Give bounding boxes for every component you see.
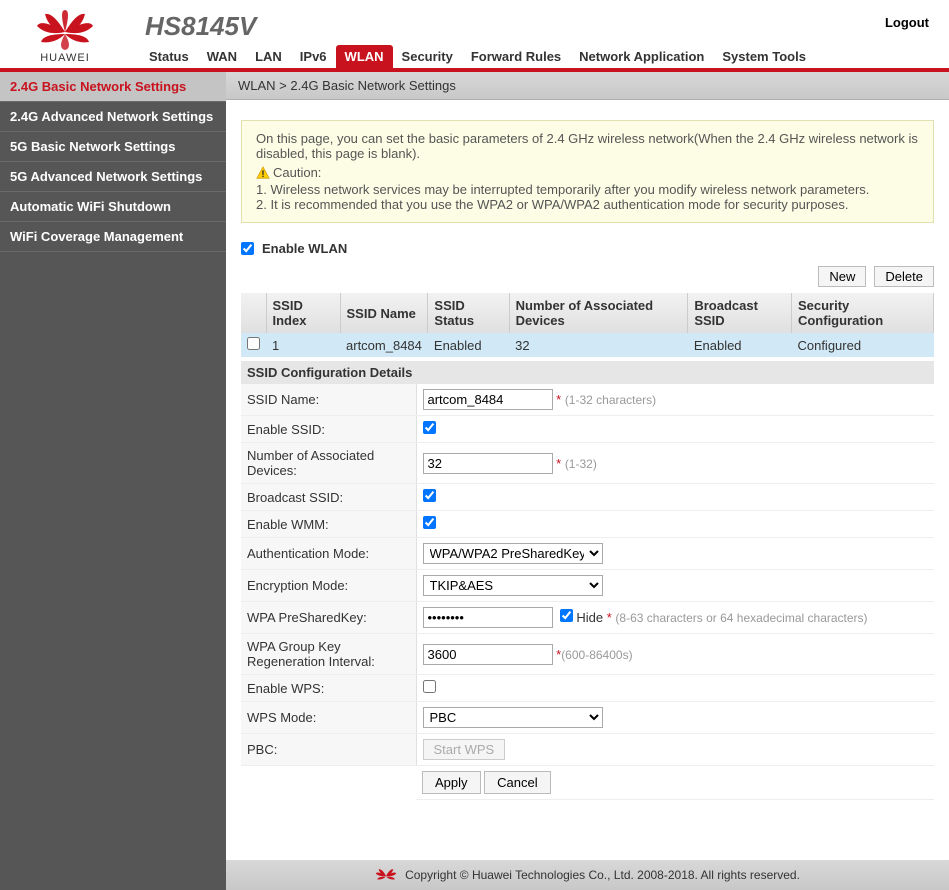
top-nav: StatusWANLANIPv6WLANSecurityForward Rule… bbox=[140, 45, 815, 68]
num-assoc-input[interactable] bbox=[423, 453, 553, 474]
enable-ssid-label: Enable SSID: bbox=[241, 416, 416, 443]
topnav-lan[interactable]: LAN bbox=[246, 45, 291, 68]
caution-icon bbox=[256, 166, 270, 180]
caution-line-2: 2. It is recommended that you use the WP… bbox=[256, 197, 919, 212]
psk-hide-label: Hide bbox=[576, 610, 603, 625]
delete-button[interactable]: Delete bbox=[874, 266, 934, 287]
enable-wmm-label: Enable WMM: bbox=[241, 511, 416, 538]
logout-link[interactable]: Logout bbox=[885, 15, 929, 30]
encryption-label: Encryption Mode: bbox=[241, 570, 416, 602]
caution-label: Caution: bbox=[273, 165, 321, 180]
wps-mode-label: WPS Mode: bbox=[241, 702, 416, 734]
header: HUAWEI HS8145V Logout StatusWANLANIPv6WL… bbox=[0, 0, 949, 68]
topnav-wlan[interactable]: WLAN bbox=[336, 45, 393, 68]
psk-input[interactable] bbox=[423, 607, 553, 628]
sidebar-item-2-4g-basic-network-settings[interactable]: 2.4G Basic Network Settings bbox=[0, 72, 226, 102]
group-key-input[interactable] bbox=[423, 644, 553, 665]
enable-wps-label: Enable WPS: bbox=[241, 675, 416, 702]
config-form: SSID Name: * (1-32 characters) Enable SS… bbox=[241, 384, 934, 800]
table-header-assoc: Number of Associated Devices bbox=[509, 293, 688, 333]
num-assoc-hint: (1-32) bbox=[565, 457, 597, 471]
sidebar-item-automatic-wifi-shutdown[interactable]: Automatic WiFi Shutdown bbox=[0, 192, 226, 222]
wps-mode-select[interactable]: PBC bbox=[423, 707, 603, 728]
sidebar-item-2-4g-advanced-network-settings[interactable]: 2.4G Advanced Network Settings bbox=[0, 102, 226, 132]
new-button[interactable]: New bbox=[818, 266, 866, 287]
brand-text: HUAWEI bbox=[15, 52, 115, 64]
encryption-select[interactable]: TKIP&AES bbox=[423, 575, 603, 596]
start-wps-button: Start WPS bbox=[423, 739, 506, 760]
enable-wmm-checkbox[interactable] bbox=[423, 516, 436, 529]
psk-hint: (8-63 characters or 64 hexadecimal chara… bbox=[615, 611, 867, 625]
table-header-index: SSID Index bbox=[266, 293, 340, 333]
table-header-security: Security Configuration bbox=[791, 293, 933, 333]
details-header: SSID Configuration Details bbox=[241, 361, 934, 384]
topnav-security[interactable]: Security bbox=[393, 45, 462, 68]
footer-logo-icon bbox=[375, 866, 397, 884]
brand-logo: HUAWEI bbox=[15, 10, 115, 64]
sidebar-item-wifi-coverage-management[interactable]: WiFi Coverage Management bbox=[0, 222, 226, 252]
cancel-button[interactable]: Cancel bbox=[484, 771, 550, 794]
footer-text: Copyright © Huawei Technologies Co., Ltd… bbox=[405, 868, 800, 882]
row-assoc: 32 bbox=[509, 333, 688, 357]
pbc-label: PBC: bbox=[241, 734, 416, 766]
model-name: HS8145V bbox=[145, 11, 256, 42]
enable-ssid-checkbox[interactable] bbox=[423, 421, 436, 434]
breadcrumb: WLAN > 2.4G Basic Network Settings bbox=[226, 72, 949, 100]
topnav-system-tools[interactable]: System Tools bbox=[713, 45, 815, 68]
main-content: WLAN > 2.4G Basic Network Settings On th… bbox=[226, 72, 949, 890]
apply-button[interactable]: Apply bbox=[422, 771, 481, 794]
row-broadcast: Enabled bbox=[688, 333, 792, 357]
broadcast-ssid-label: Broadcast SSID: bbox=[241, 484, 416, 511]
topnav-ipv6[interactable]: IPv6 bbox=[291, 45, 336, 68]
sidebar-item-5g-advanced-network-settings[interactable]: 5G Advanced Network Settings bbox=[0, 162, 226, 192]
auth-mode-select[interactable]: WPA/WPA2 PreSharedKey bbox=[423, 543, 603, 564]
row-index: 1 bbox=[266, 333, 340, 357]
ssid-name-input[interactable] bbox=[423, 389, 553, 410]
group-key-hint: (600-86400s) bbox=[561, 648, 632, 662]
psk-label: WPA PreSharedKey: bbox=[241, 602, 416, 634]
table-header-name: SSID Name bbox=[340, 293, 428, 333]
row-name: artcom_8484 bbox=[340, 333, 428, 357]
table-header-checkbox bbox=[241, 293, 266, 333]
row-status: Enabled bbox=[428, 333, 509, 357]
broadcast-ssid-checkbox[interactable] bbox=[423, 489, 436, 502]
table-header-status: SSID Status bbox=[428, 293, 509, 333]
ssid-name-label: SSID Name: bbox=[241, 384, 416, 416]
table-row[interactable]: 1 artcom_8484 Enabled 32 Enabled Configu… bbox=[241, 333, 934, 357]
enable-wlan-checkbox[interactable] bbox=[241, 242, 254, 255]
table-header-broadcast: Broadcast SSID bbox=[688, 293, 792, 333]
topnav-wan[interactable]: WAN bbox=[198, 45, 246, 68]
sidebar-item-5g-basic-network-settings[interactable]: 5G Basic Network Settings bbox=[0, 132, 226, 162]
ssid-table: SSID Index SSID Name SSID Status Number … bbox=[241, 293, 934, 357]
info-box: On this page, you can set the basic para… bbox=[241, 120, 934, 223]
auth-mode-label: Authentication Mode: bbox=[241, 538, 416, 570]
row-security: Configured bbox=[791, 333, 933, 357]
num-assoc-label: Number of Associated Devices: bbox=[241, 443, 416, 484]
footer: Copyright © Huawei Technologies Co., Ltd… bbox=[226, 860, 949, 890]
group-key-label: WPA Group Key Regeneration Interval: bbox=[241, 634, 416, 675]
row-checkbox[interactable] bbox=[247, 337, 260, 350]
ssid-name-hint: (1-32 characters) bbox=[565, 393, 656, 407]
topnav-network-application[interactable]: Network Application bbox=[570, 45, 713, 68]
enable-wps-checkbox[interactable] bbox=[423, 680, 436, 693]
sidebar: 2.4G Basic Network Settings2.4G Advanced… bbox=[0, 72, 226, 890]
topnav-status[interactable]: Status bbox=[140, 45, 198, 68]
enable-wlan-label: Enable WLAN bbox=[262, 241, 347, 256]
psk-hide-checkbox[interactable] bbox=[560, 609, 573, 622]
info-intro: On this page, you can set the basic para… bbox=[256, 131, 919, 161]
topnav-forward-rules[interactable]: Forward Rules bbox=[462, 45, 570, 68]
caution-line-1: 1. Wireless network services may be inte… bbox=[256, 182, 919, 197]
